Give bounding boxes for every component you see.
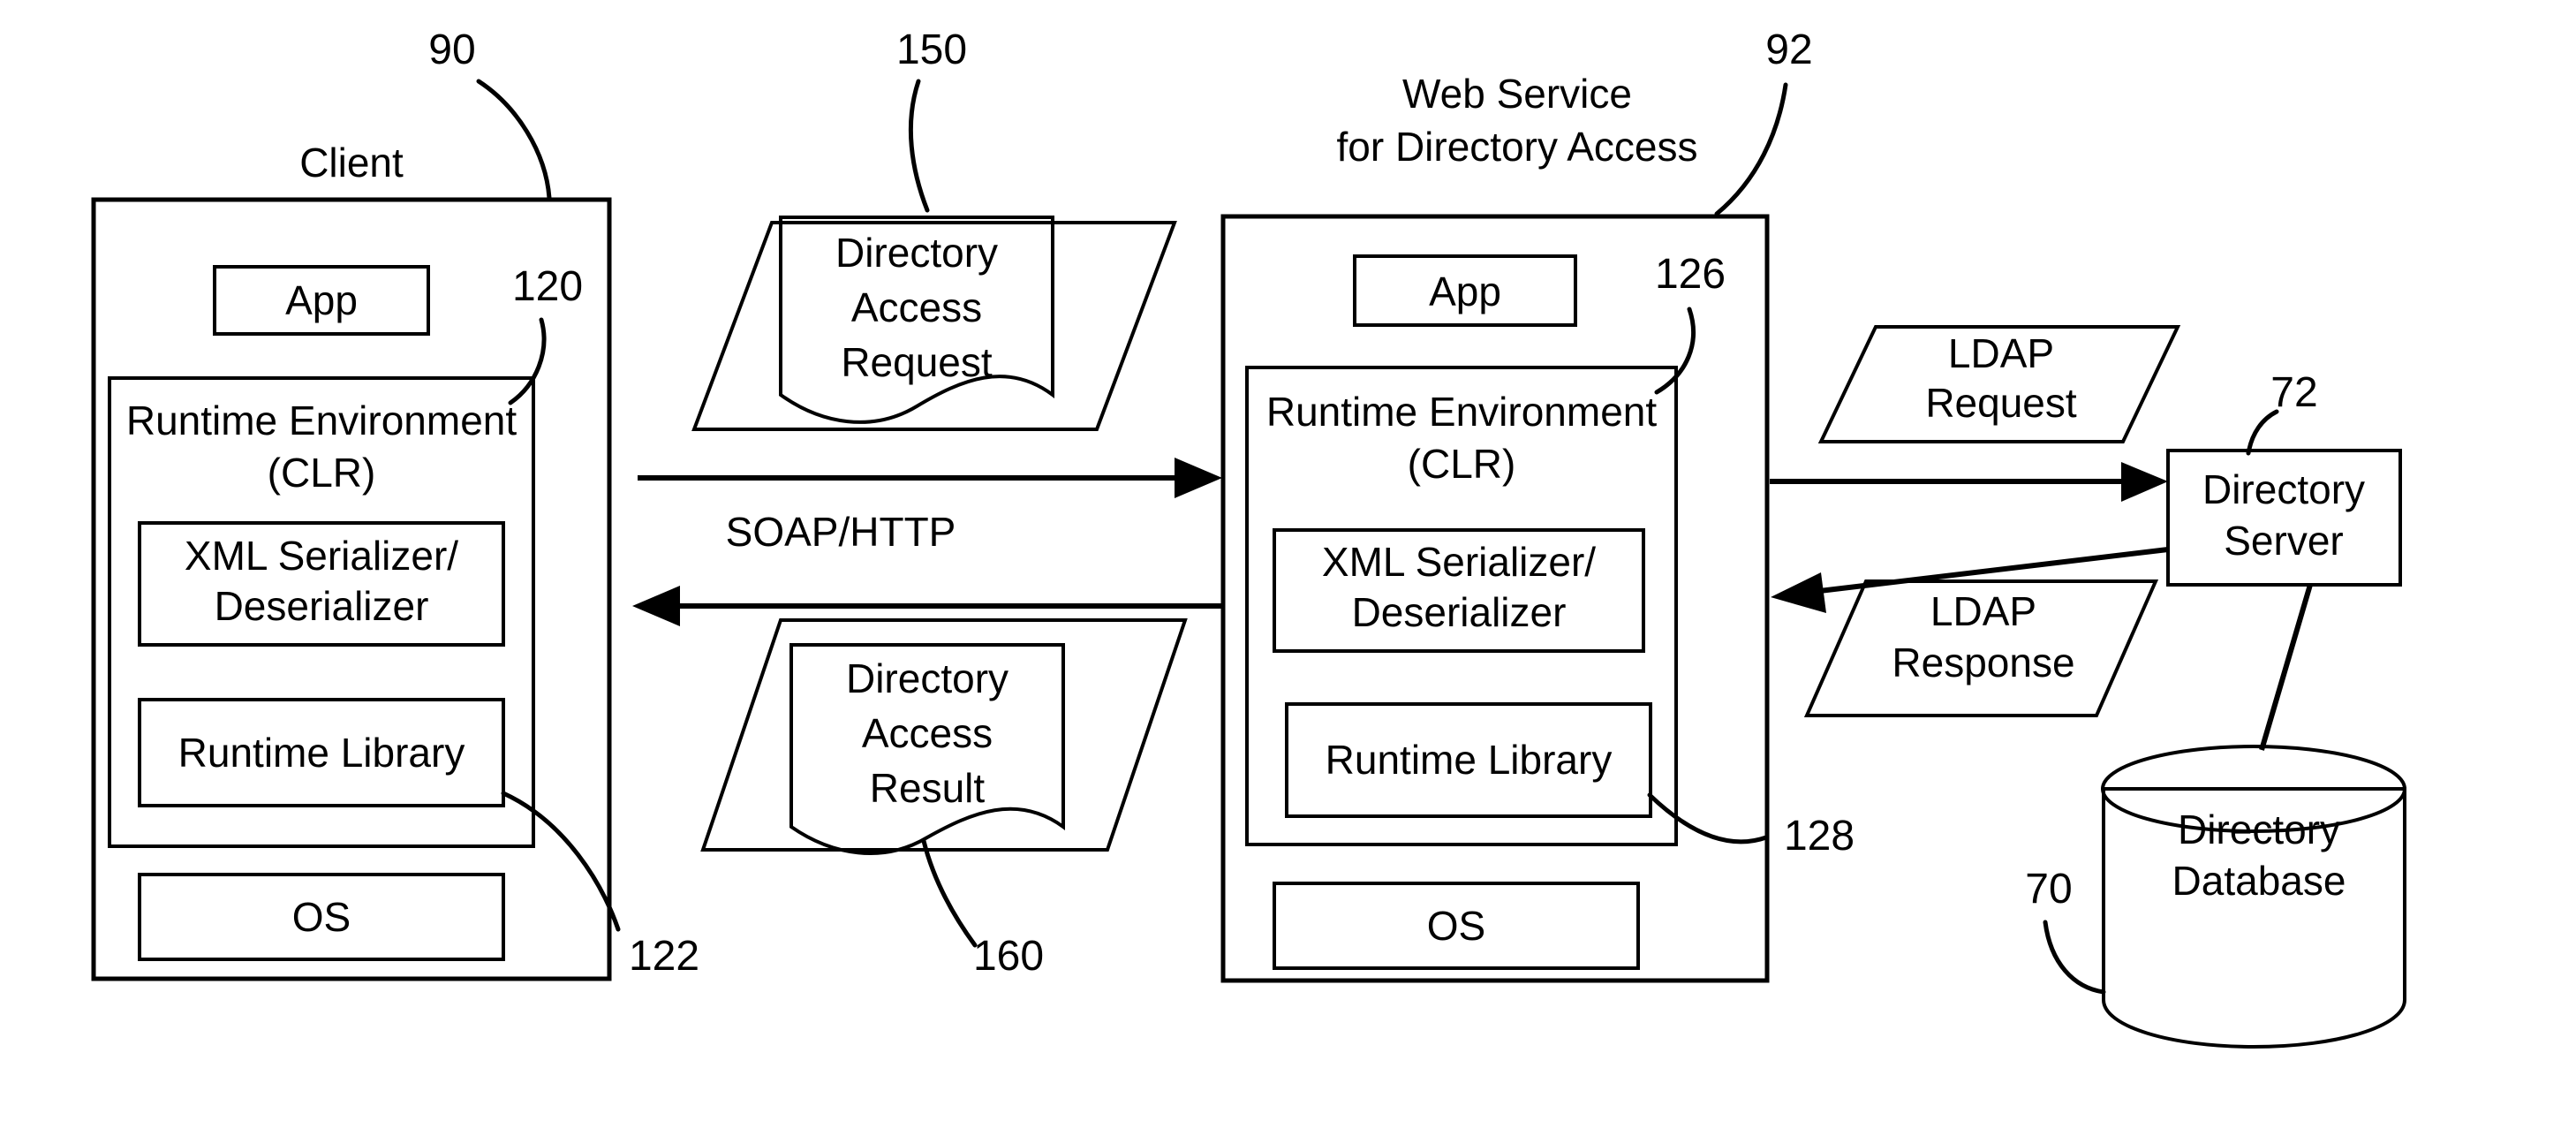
client-serializer-label-line1: XML Serializer/: [185, 533, 458, 579]
ref-numeral-160: 160: [973, 933, 1044, 980]
web-service-title-line1: Web Service: [1402, 71, 1632, 117]
leader-line-72: [2246, 409, 2279, 456]
soap-response-arrowhead: [632, 586, 680, 626]
leader-line-90: [476, 79, 552, 201]
client-title: Client: [299, 140, 404, 186]
client-app-label: App: [285, 277, 358, 323]
soap-request-arrowhead: [1175, 458, 1222, 498]
web-service-os-label: OS: [1427, 903, 1485, 949]
leader-line-70: [2043, 920, 2106, 995]
leader-line-92: [1714, 82, 1788, 216]
directory-server-label-line2: Server: [2224, 518, 2343, 564]
web-service-app-label: App: [1429, 269, 1501, 314]
web-service-title-line2: for Directory Access: [1337, 124, 1698, 170]
client-runtime-library-label: Runtime Library: [178, 730, 465, 776]
protocol-label: SOAP/HTTP: [726, 509, 956, 555]
dir-access-request-line2: Access: [851, 284, 982, 330]
web-service-runtime-env-label-line1: Runtime Environment: [1266, 389, 1658, 435]
ldap-response-arrowhead: [1771, 572, 1826, 613]
ldap-request-arrowhead: [2121, 462, 2168, 502]
web-service-serializer-label-line1: XML Serializer/: [1322, 539, 1596, 585]
directory-server-label-line1: Directory: [2202, 466, 2365, 512]
directory-database-label-line2: Database: [2172, 858, 2346, 904]
client-runtime-env-label-line1: Runtime Environment: [126, 398, 517, 443]
dir-access-result-line2: Access: [862, 710, 993, 756]
leader-line-160: [921, 838, 978, 948]
ldap-response-line1: LDAP: [1930, 588, 2036, 634]
client-runtime-env-label-line2: (CLR): [268, 450, 376, 496]
client-os-label: OS: [292, 894, 351, 940]
ldap-response-line2: Response: [1892, 640, 2074, 685]
ref-numeral-122: 122: [629, 933, 699, 980]
leader-line-150: [908, 79, 930, 213]
leader-line-122: [501, 791, 621, 932]
web-service-runtime-library-label: Runtime Library: [1326, 737, 1613, 783]
ldap-request-line1: LDAP: [1948, 330, 2054, 376]
dir-access-request-line1: Directory: [835, 230, 998, 276]
ref-numeral-120: 120: [512, 263, 583, 310]
server-database-connector: [2259, 584, 2313, 751]
ref-numeral-150: 150: [896, 27, 967, 73]
network-architecture-diagram: Client 90 App 120 Runtime Environment (C…: [91, 27, 2406, 1049]
ref-numeral-70: 70: [2025, 866, 2072, 913]
dir-access-request-line3: Request: [841, 339, 993, 385]
ref-numeral-126: 126: [1655, 251, 1726, 298]
ldap-response-arrow-line: [1811, 547, 2169, 595]
leader-line-128: [1647, 792, 1769, 844]
ref-numeral-128: 128: [1784, 813, 1855, 860]
web-service-runtime-env-label-line2: (CLR): [1408, 441, 1516, 487]
dir-access-result-line3: Result: [870, 765, 986, 811]
web-service-serializer-label-line2: Deserializer: [1352, 589, 1567, 635]
client-serializer-label-line2: Deserializer: [215, 583, 429, 629]
ref-numeral-90: 90: [428, 27, 475, 73]
ldap-request-line2: Request: [1925, 380, 2077, 426]
dir-access-result-line1: Directory: [846, 655, 1008, 701]
leader-line-120: [508, 317, 547, 405]
ref-numeral-92: 92: [1765, 27, 1812, 73]
ref-numeral-72: 72: [2270, 369, 2317, 416]
patent-figure-canvas: Client 90 App 120 Runtime Environment (C…: [0, 0, 2576, 1136]
directory-database-label-line1: Directory: [2178, 807, 2340, 852]
